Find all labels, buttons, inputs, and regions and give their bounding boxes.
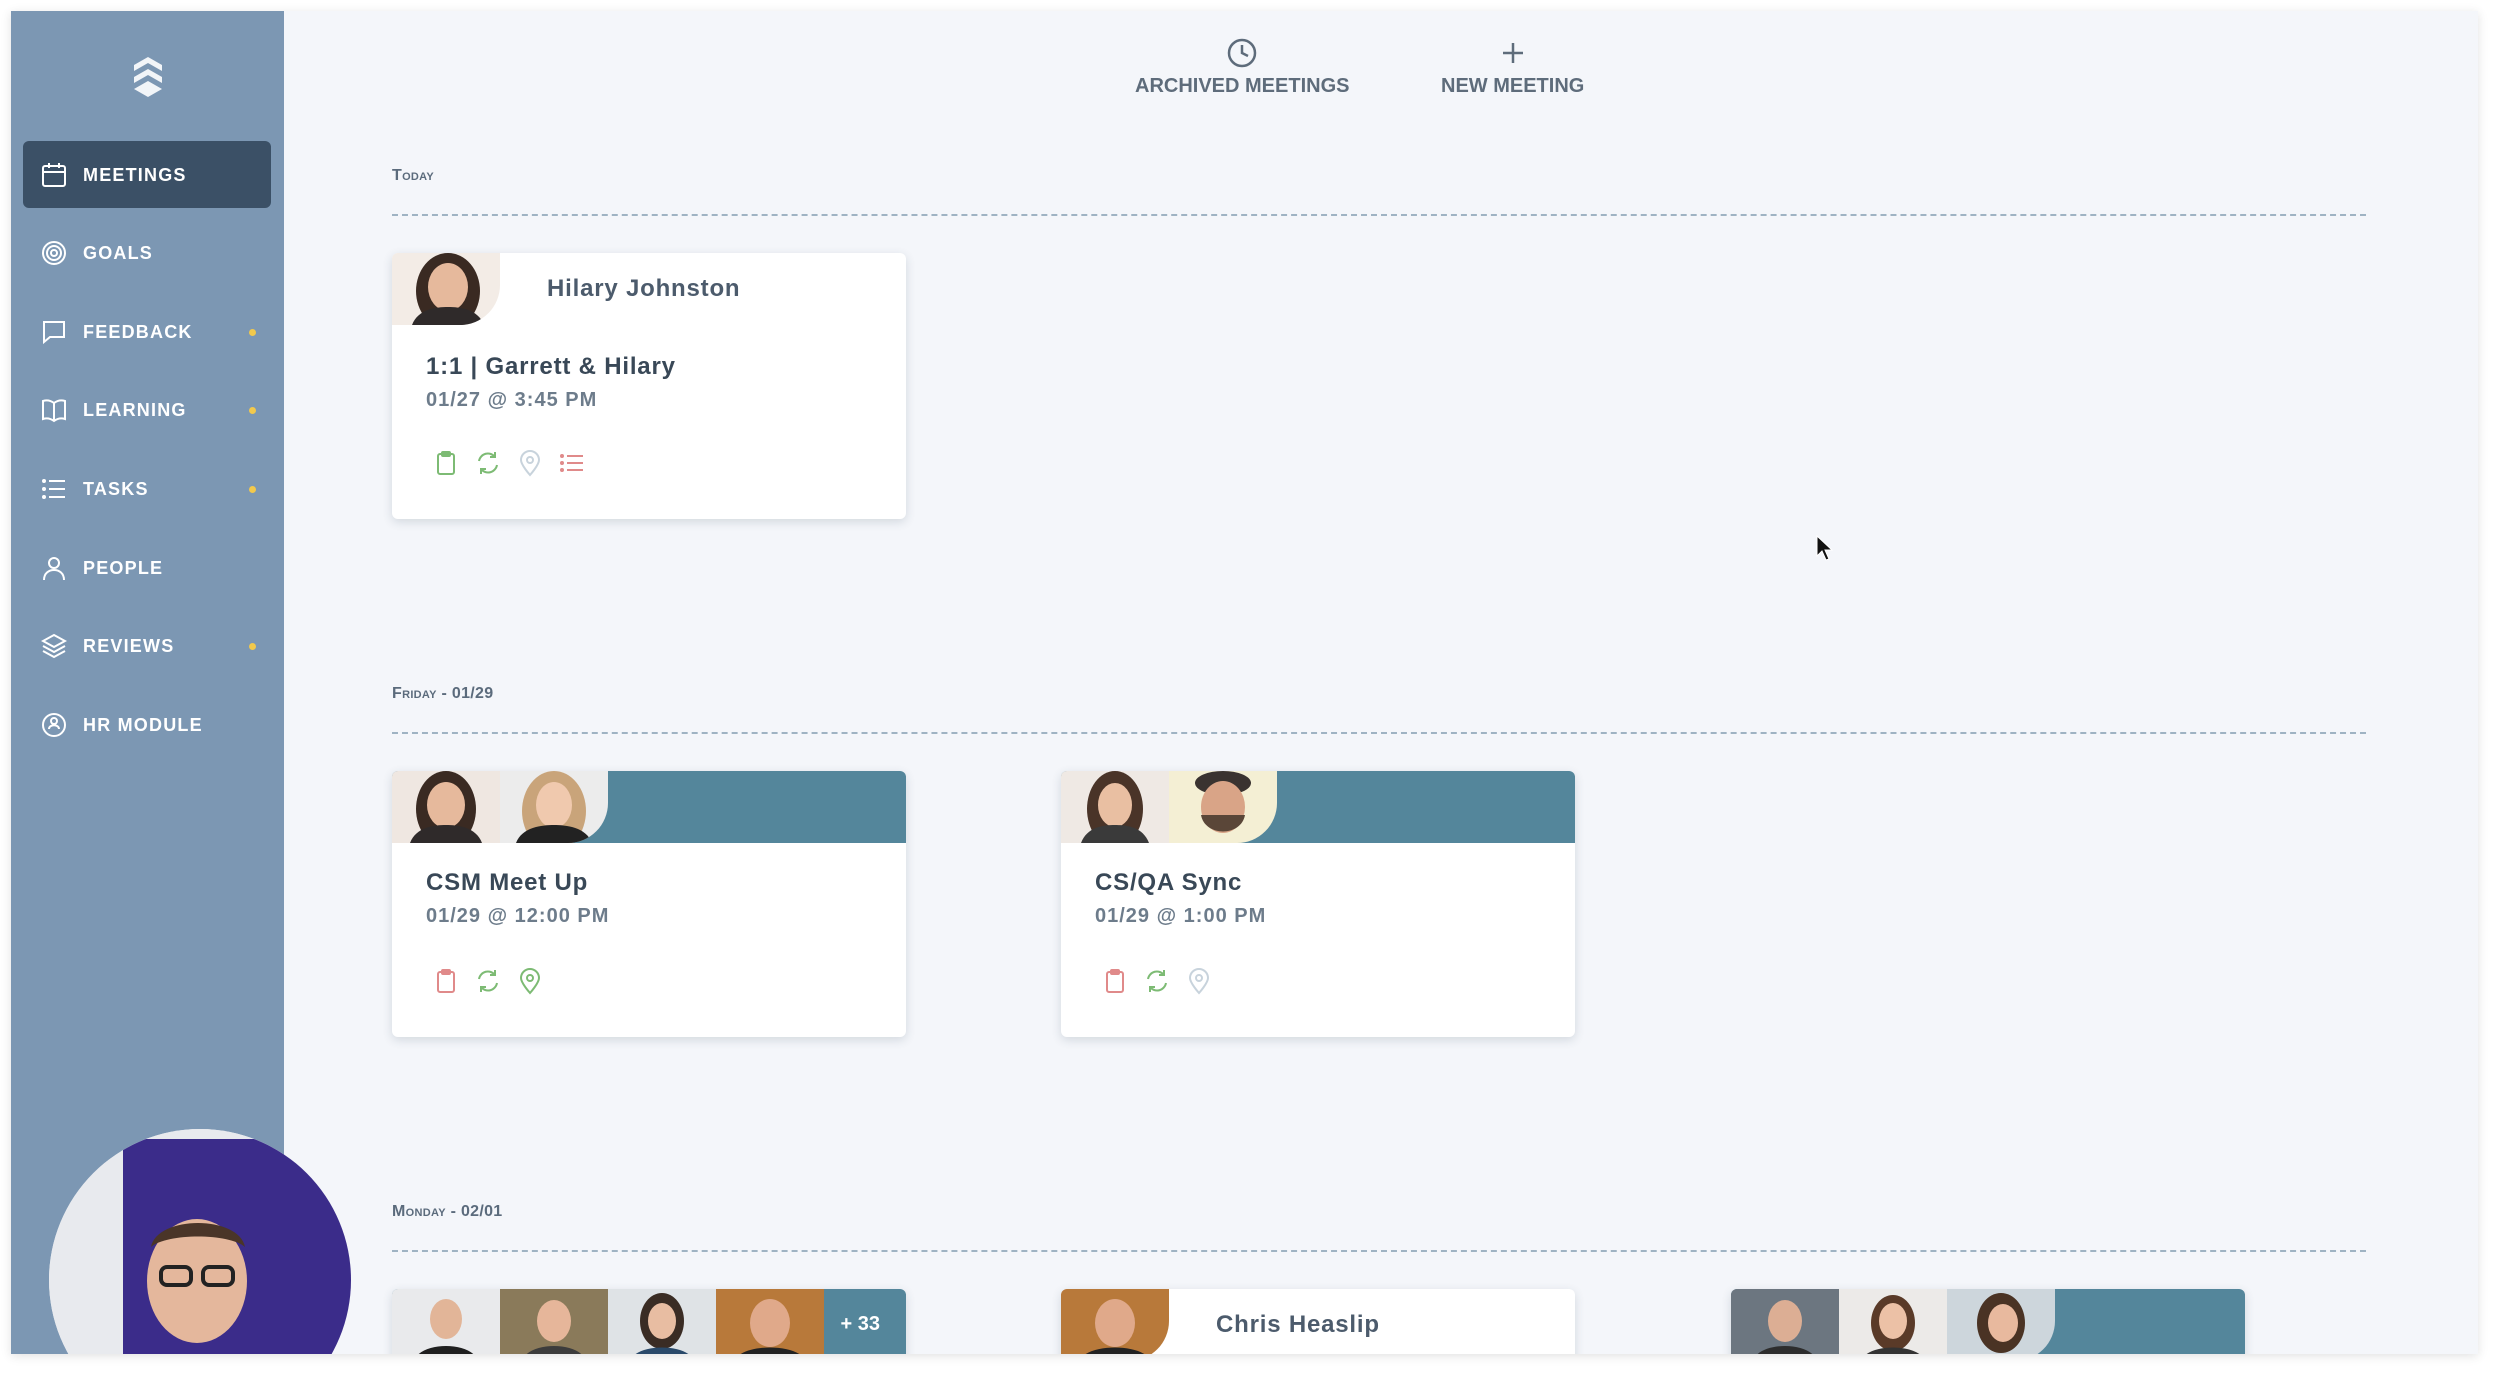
card-header: Chris Heaslip	[1061, 1289, 1575, 1354]
location-icon[interactable]	[516, 967, 544, 995]
section-divider	[392, 214, 2366, 216]
section-divider	[392, 732, 2366, 734]
location-icon[interactable]	[516, 449, 544, 477]
sidebar-item-label: FEEDBACK	[83, 322, 193, 342]
mouse-cursor-icon	[1816, 535, 1834, 561]
clock-icon	[1227, 38, 1257, 68]
card-icons	[1101, 967, 1213, 995]
app-logo-icon[interactable]	[131, 55, 165, 99]
notification-dot	[249, 329, 256, 336]
avatar	[716, 1289, 824, 1354]
meeting-card[interactable]: Chris Heaslip	[1061, 1289, 1575, 1354]
new-meeting-button[interactable]: NEW MEETING	[1441, 37, 1584, 98]
app-window: MEETINGS GOALS FEEDBACK LEARNING TASKS P…	[11, 11, 2478, 1354]
target-icon	[42, 241, 66, 265]
book-icon	[42, 399, 66, 423]
sidebar-item-people[interactable]: PEOPLE	[23, 534, 271, 601]
sidebar-item-learning[interactable]: LEARNING	[23, 376, 271, 443]
archived-meetings-label: ARCHIVED MEETINGS	[1135, 75, 1350, 97]
avatar	[1061, 1289, 1169, 1354]
meeting-card[interactable]: Hilary Johnston 1:1 | Garrett & Hilary 0…	[392, 253, 906, 519]
sidebar-item-label: REVIEWS	[83, 636, 175, 656]
section-label-today: Today	[392, 167, 435, 184]
meeting-time: 01/29 @ 1:00 PM	[1095, 905, 1267, 927]
meeting-title: 1:1 | Garrett & Hilary	[426, 353, 676, 380]
archived-meetings-button[interactable]: ARCHIVED MEETINGS	[1135, 37, 1349, 98]
avatar	[1947, 1289, 2055, 1354]
sync-icon[interactable]	[1143, 967, 1171, 995]
meeting-time: 01/29 @ 12:00 PM	[426, 905, 610, 927]
avatar	[1169, 771, 1277, 843]
sidebar-item-tasks[interactable]: TASKS	[23, 455, 271, 522]
card-icons	[432, 449, 586, 477]
clipboard-icon[interactable]	[1101, 967, 1129, 995]
clipboard-icon[interactable]	[432, 449, 460, 477]
sidebar-item-hr-module[interactable]: HR MODULE	[23, 691, 271, 758]
meeting-time: 01/27 @ 3:45 PM	[426, 389, 598, 411]
meeting-card[interactable]: CSM Meet Up 01/29 @ 12:00 PM	[392, 771, 906, 1037]
meeting-card[interactable]: + 33	[392, 1289, 906, 1354]
avatar	[500, 1289, 608, 1354]
card-header: Hilary Johnston	[392, 253, 906, 325]
sidebar-item-label: PEOPLE	[83, 558, 164, 578]
sync-icon[interactable]	[474, 967, 502, 995]
section-label-monday: Monday - 02/01	[392, 1203, 503, 1220]
sidebar-item-label: TASKS	[83, 479, 149, 499]
meeting-card[interactable]	[1731, 1289, 2245, 1354]
attendee-name: Chris Heaslip	[1216, 1311, 1380, 1338]
sidebar-item-meetings[interactable]: MEETINGS	[23, 141, 271, 208]
list-icon	[42, 479, 65, 499]
new-meeting-label: NEW MEETING	[1441, 75, 1585, 97]
attendee-name: Hilary Johnston	[547, 275, 741, 302]
notification-dot	[249, 486, 256, 493]
sidebar-item-label: GOALS	[83, 243, 154, 263]
notification-dot	[249, 407, 256, 414]
avatar	[1061, 771, 1169, 843]
hr-module-icon	[42, 713, 66, 737]
avatar	[392, 253, 500, 325]
sync-icon[interactable]	[474, 449, 502, 477]
person-icon	[43, 557, 65, 581]
card-header	[1061, 771, 1575, 843]
section-divider	[392, 1250, 2366, 1252]
notification-dot	[249, 643, 256, 650]
section-label-friday: Friday - 01/29	[392, 685, 494, 702]
card-header	[1731, 1289, 2245, 1354]
avatar	[1839, 1289, 1947, 1354]
sidebar-item-feedback[interactable]: FEEDBACK	[23, 298, 271, 365]
sidebar-item-label: LEARNING	[83, 400, 187, 420]
card-header: + 33	[392, 1289, 906, 1354]
sidebar-item-reviews[interactable]: REVIEWS	[23, 612, 271, 679]
chat-icon	[43, 321, 65, 345]
calendar-icon	[42, 163, 66, 187]
card-icons	[432, 967, 544, 995]
avatar	[500, 771, 608, 843]
avatar	[608, 1289, 716, 1354]
sidebar-item-goals[interactable]: GOALS	[23, 219, 271, 286]
plus-icon	[1502, 43, 1523, 63]
avatar	[392, 771, 500, 843]
location-icon[interactable]	[1185, 967, 1213, 995]
meeting-title: CS/QA Sync	[1095, 869, 1243, 896]
more-attendees-badge: + 33	[840, 1313, 880, 1335]
avatar	[392, 1289, 500, 1354]
clipboard-icon[interactable]	[432, 967, 460, 995]
meeting-card[interactable]: CS/QA Sync 01/29 @ 1:00 PM	[1061, 771, 1575, 1037]
meeting-title: CSM Meet Up	[426, 869, 589, 896]
sidebar-item-label: MEETINGS	[83, 165, 187, 185]
layers-icon	[41, 633, 67, 659]
sidebar-item-label: HR MODULE	[83, 715, 203, 735]
list-icon[interactable]	[558, 449, 586, 477]
card-header	[392, 771, 906, 843]
avatar	[1731, 1289, 1839, 1354]
